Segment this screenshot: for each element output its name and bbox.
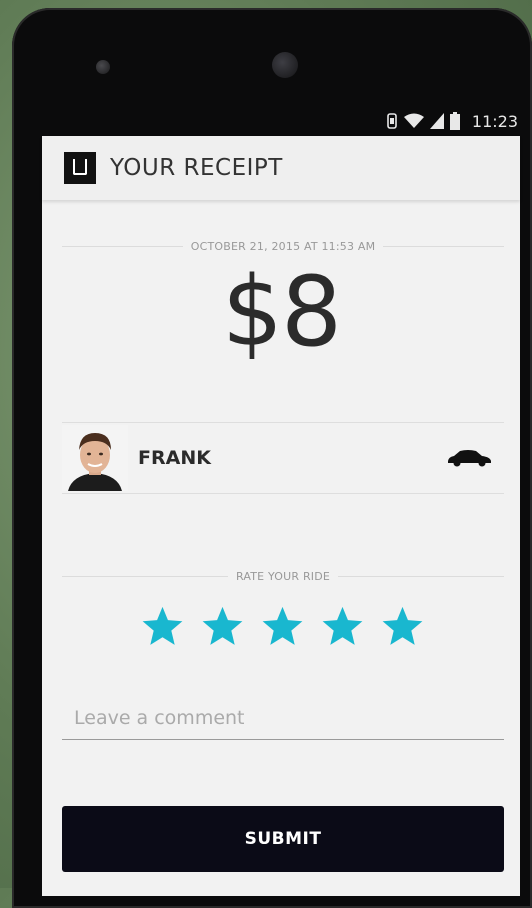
- star-icon[interactable]: [380, 604, 425, 649]
- comment-input[interactable]: [62, 696, 504, 740]
- submit-button[interactable]: SUBMIT: [62, 806, 504, 872]
- vibrate-icon: [386, 112, 398, 130]
- receipt-screen: YOUR RECEIPT OCTOBER 21, 2015 AT 11:53 A…: [42, 136, 520, 896]
- car-icon: [446, 449, 492, 467]
- page-title: YOUR RECEIPT: [110, 155, 283, 181]
- status-time: 11:23: [471, 111, 518, 131]
- divider-left: [62, 576, 228, 577]
- rate-ride-label: RATE YOUR RIDE: [235, 570, 331, 583]
- divider-left: [62, 246, 183, 247]
- rate-ride-row: RATE YOUR RIDE: [62, 570, 505, 583]
- uber-logo-icon: [64, 152, 96, 184]
- earpiece-speaker: [96, 60, 110, 74]
- star-icon[interactable]: [200, 604, 245, 649]
- star-icon[interactable]: [140, 604, 185, 649]
- receipt-datetime-row: OCTOBER 21, 2015 AT 11:53 AM: [62, 240, 505, 253]
- driver-row: FRANK: [62, 422, 504, 494]
- divider-right: [383, 246, 505, 247]
- cell-signal-icon: [429, 113, 444, 129]
- fare-amount: $8: [221, 256, 342, 368]
- star-icon[interactable]: [320, 604, 365, 649]
- divider-right: [338, 576, 505, 577]
- star-icon[interactable]: [260, 604, 305, 649]
- battery-icon: [449, 112, 460, 130]
- phone-frame: 11:23 YOUR RECEIPT OCTOBER 21, 2015 AT 1…: [12, 8, 532, 908]
- status-bar: 11:23: [42, 106, 520, 136]
- driver-avatar: [62, 425, 128, 491]
- wifi-icon: [403, 113, 424, 129]
- app-bar: YOUR RECEIPT: [42, 136, 520, 200]
- driver-name: FRANK: [138, 447, 211, 469]
- front-camera: [272, 52, 298, 78]
- receipt-datetime: OCTOBER 21, 2015 AT 11:53 AM: [190, 240, 376, 253]
- rating-stars: [140, 604, 425, 649]
